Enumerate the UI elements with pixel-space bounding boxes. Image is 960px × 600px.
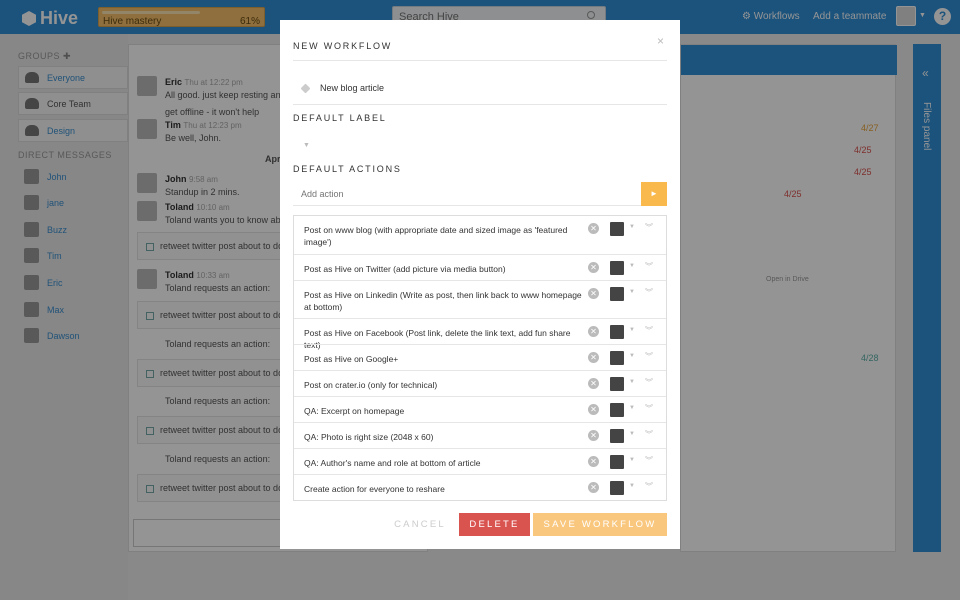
- remove-action-icon[interactable]: ✕: [588, 262, 599, 273]
- action-text: Post as Hive on Linkedin (Write as post,…: [304, 290, 582, 312]
- assignee-dropdown-caret-icon[interactable]: ▼: [629, 224, 635, 230]
- assignee-avatar[interactable]: [610, 455, 624, 469]
- action-text: Post as Hive on Google+: [304, 354, 399, 364]
- expand-chevron-icon[interactable]: ︾: [645, 261, 653, 272]
- assignee-dropdown-caret-icon[interactable]: ▼: [629, 457, 635, 463]
- assignee-dropdown-caret-icon[interactable]: ▼: [629, 353, 635, 359]
- new-workflow-dialog: NEW WORKFLOW × New blog article DEFAULT …: [280, 20, 680, 549]
- remove-action-icon[interactable]: ✕: [588, 288, 599, 299]
- action-row[interactable]: QA: Excerpt on homepage ✕ ▼ ︾: [294, 396, 666, 422]
- action-text: Post on crater.io (only for technical): [304, 380, 438, 390]
- assignee-avatar[interactable]: [610, 287, 624, 301]
- actions-list: Post on www blog (with appropriate date …: [293, 215, 667, 501]
- action-text: QA: Photo is right size (2048 x 60): [304, 432, 434, 442]
- expand-chevron-icon[interactable]: ︾: [645, 455, 653, 466]
- label-dropdown-caret-icon[interactable]: ▼: [303, 142, 310, 149]
- assignee-avatar[interactable]: [610, 325, 624, 339]
- action-text: Create action for everyone to reshare: [304, 484, 445, 494]
- expand-chevron-icon[interactable]: ︾: [645, 403, 653, 414]
- assignee-avatar[interactable]: [610, 403, 624, 417]
- tag-icon: [300, 83, 311, 93]
- action-row[interactable]: Post as Hive on Google+ ✕ ▼ ︾: [294, 344, 666, 370]
- remove-action-icon[interactable]: ✕: [588, 223, 599, 234]
- action-text: Post on www blog (with appropriate date …: [304, 225, 568, 247]
- dialog-title: NEW WORKFLOW: [293, 41, 393, 51]
- assignee-dropdown-caret-icon[interactable]: ▼: [629, 379, 635, 385]
- expand-chevron-icon[interactable]: ︾: [645, 325, 653, 336]
- remove-action-icon[interactable]: ✕: [588, 326, 599, 337]
- delete-button[interactable]: DELETE: [459, 513, 530, 536]
- close-icon[interactable]: ×: [657, 34, 664, 48]
- remove-action-icon[interactable]: ✕: [588, 430, 599, 441]
- action-text: QA: Excerpt on homepage: [304, 406, 405, 416]
- action-text: QA: Author's name and role at bottom of …: [304, 458, 481, 468]
- assignee-avatar[interactable]: [610, 261, 624, 275]
- assignee-dropdown-caret-icon[interactable]: ▼: [629, 263, 635, 269]
- assignee-avatar[interactable]: [610, 377, 624, 391]
- action-row[interactable]: QA: Photo is right size (2048 x 60) ✕ ▼ …: [294, 422, 666, 448]
- add-action-row: ►: [293, 182, 667, 206]
- expand-chevron-icon[interactable]: ︾: [645, 429, 653, 440]
- remove-action-icon[interactable]: ✕: [588, 456, 599, 467]
- action-row[interactable]: Post on www blog (with appropriate date …: [294, 216, 666, 254]
- remove-action-icon[interactable]: ✕: [588, 378, 599, 389]
- workflow-name-value: New blog article: [320, 83, 385, 93]
- action-text: Post as Hive on Twitter (add picture via…: [304, 264, 506, 274]
- assignee-dropdown-caret-icon[interactable]: ▼: [629, 289, 635, 295]
- action-row[interactable]: Post on crater.io (only for technical) ✕…: [294, 370, 666, 396]
- chevron-right-icon: ►: [650, 189, 658, 198]
- action-row[interactable]: Create action for everyone to reshare ✕ …: [294, 474, 666, 500]
- action-row[interactable]: Post as Hive on Linkedin (Write as post,…: [294, 280, 666, 318]
- assignee-dropdown-caret-icon[interactable]: ▼: [629, 405, 635, 411]
- assignee-avatar[interactable]: [610, 481, 624, 495]
- default-label-heading: DEFAULT LABEL: [293, 113, 387, 123]
- workflow-name-field[interactable]: New blog article: [300, 83, 385, 93]
- divider: [293, 60, 667, 61]
- add-action-input[interactable]: [293, 182, 641, 206]
- assignee-dropdown-caret-icon[interactable]: ▼: [629, 431, 635, 437]
- expand-chevron-icon[interactable]: ︾: [645, 287, 653, 298]
- assignee-avatar[interactable]: [610, 429, 624, 443]
- remove-action-icon[interactable]: ✕: [588, 482, 599, 493]
- assignee-dropdown-caret-icon[interactable]: ▼: [629, 483, 635, 489]
- action-row[interactable]: Post as Hive on Twitter (add picture via…: [294, 254, 666, 280]
- add-action-button[interactable]: ►: [641, 182, 667, 206]
- expand-chevron-icon[interactable]: ︾: [645, 481, 653, 492]
- assignee-avatar[interactable]: [610, 222, 624, 236]
- divider: [293, 104, 667, 105]
- assignee-dropdown-caret-icon[interactable]: ▼: [629, 327, 635, 333]
- default-actions-heading: DEFAULT ACTIONS: [293, 164, 402, 174]
- remove-action-icon[interactable]: ✕: [588, 404, 599, 415]
- expand-chevron-icon[interactable]: ︾: [645, 222, 653, 233]
- action-row[interactable]: QA: Author's name and role at bottom of …: [294, 448, 666, 474]
- cancel-button[interactable]: CANCEL: [392, 513, 448, 536]
- expand-chevron-icon[interactable]: ︾: [645, 351, 653, 362]
- action-row[interactable]: Post as Hive on Facebook (Post link, del…: [294, 318, 666, 350]
- expand-chevron-icon[interactable]: ︾: [645, 377, 653, 388]
- remove-action-icon[interactable]: ✕: [588, 352, 599, 363]
- assignee-avatar[interactable]: [610, 351, 624, 365]
- save-workflow-button[interactable]: SAVE WORKFLOW: [533, 513, 667, 536]
